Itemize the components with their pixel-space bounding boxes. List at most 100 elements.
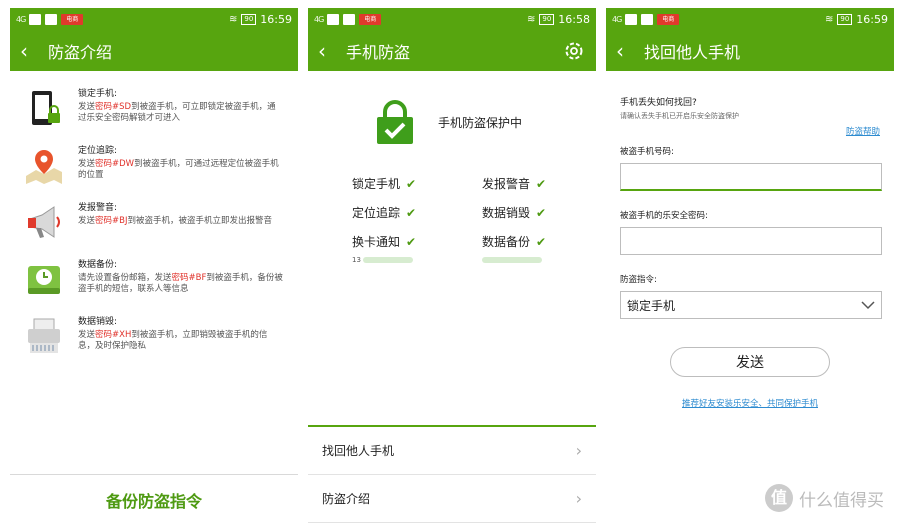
sms-code: 密码#BJ: [95, 215, 128, 226]
screen-anti-theft-intro: 4G 电商 ≋ 90 16:59 ‹ 防盗介绍 锁定手机: 发送密码#SD到被盗…: [10, 8, 298, 524]
password-input[interactable]: [620, 227, 882, 255]
site-watermark: 值 什么值得买: [765, 484, 884, 512]
help-question: 手机丢失如何找回?: [620, 98, 697, 108]
chevron-right-icon: ›: [575, 489, 582, 508]
chevron-down-icon: [861, 301, 875, 310]
app-bar: ‹ 找回他人手机: [606, 30, 894, 71]
intro-heading: 锁定手机:: [78, 89, 118, 99]
intro-item-alarm: 发报警音: 发送密码#BJ到被盗手机，被盗手机立即发出报警音: [24, 203, 284, 245]
clock: 16:59: [856, 12, 888, 26]
intro-text: 发送: [78, 158, 96, 169]
intro-heading: 定位追踪:: [78, 146, 118, 156]
phone-number-input[interactable]: [620, 163, 882, 191]
feature-status: 换卡通知 ✔: [352, 234, 417, 250]
check-icon: ✔: [536, 234, 547, 249]
command-select[interactable]: 锁定手机: [620, 291, 882, 319]
signal-indicator: 4G: [16, 14, 26, 24]
padlock-check-icon: [377, 100, 413, 144]
menu-item-intro[interactable]: 防盗介绍 ›: [308, 475, 596, 523]
status-bar: 4G 电商 ≋ 90 16:59: [606, 8, 894, 30]
check-icon: ✔: [536, 176, 547, 191]
sms-code: 密码#XH: [95, 329, 132, 340]
sms-code: 密码#DW: [95, 158, 135, 169]
menu-item-find-phone[interactable]: 找回他人手机 ›: [308, 427, 596, 475]
wifi-icon: ≋: [228, 13, 238, 25]
intro-heading: 数据销毁:: [78, 317, 118, 327]
feature-status: 发报警音 ✔: [482, 176, 547, 192]
intro-text: 发送: [78, 215, 96, 226]
backup-drive-icon: [28, 266, 60, 294]
page-title: 防盗介绍: [48, 42, 113, 62]
app-bar: ‹ 防盗介绍: [10, 30, 298, 71]
phone-number-label: 被盗手机号码:: [620, 147, 674, 157]
intro-heading: 数据备份:: [78, 260, 118, 270]
battery-indicator: 90: [539, 13, 555, 25]
check-icon: ✔: [406, 205, 417, 220]
intro-text: 请先设置备份邮箱，发送: [78, 272, 172, 283]
shredder-icon: [28, 318, 60, 353]
backup-command-button[interactable]: 备份防盗指令: [10, 474, 298, 524]
chevron-right-icon: ›: [575, 441, 582, 460]
masked-phone-number: 13: [352, 256, 361, 264]
anti-theft-help-link[interactable]: 防盗帮助: [620, 125, 880, 137]
intro-heading: 发报警音:: [78, 203, 118, 213]
back-arrow-icon[interactable]: ‹: [616, 41, 644, 61]
megaphone-icon: [28, 206, 60, 238]
intro-item-wipe: 数据销毁: 发送密码#XH到被盗手机，立即销毁被盗手机的信息，及时保护隐私: [24, 317, 284, 359]
help-subtext: 请确认丢失手机已开启乐安全防盗保护: [620, 112, 739, 120]
notification-icon: [45, 13, 58, 25]
masked-value: [482, 257, 542, 263]
battery-indicator: 90: [837, 13, 853, 25]
intro-item-backup: 数据备份: 请先设置备份邮箱，发送密码#BF到被盗手机，备份被盗手机的短信，联系…: [24, 260, 284, 302]
notification-badge-icon: 电商: [359, 13, 382, 25]
wifi-icon: ≋: [526, 13, 536, 25]
protection-status: 手机防盗保护中: [308, 71, 596, 145]
notification-icon: [29, 13, 42, 25]
back-arrow-icon[interactable]: ‹: [20, 41, 48, 61]
intro-text: 发送: [78, 101, 96, 112]
notification-icon: [327, 13, 340, 25]
send-button[interactable]: 发送: [670, 347, 830, 377]
check-icon: ✔: [406, 176, 417, 191]
command-label: 防盗指令:: [620, 275, 657, 285]
signal-indicator: 4G: [612, 14, 622, 24]
notification-badge-icon: 电商: [61, 13, 84, 25]
clock: 16:58: [558, 12, 590, 26]
intro-item-lock: 锁定手机: 发送密码#SD到被盗手机，可立即锁定被盗手机，通过乐安全密码解锁才可…: [24, 89, 284, 131]
feature-status: 数据销毁 ✔: [482, 205, 547, 221]
feature-status: 锁定手机 ✔: [352, 176, 417, 192]
intro-text: 到被盗手机，被盗手机立即发出报警音: [127, 215, 272, 226]
status-bar: 4G 电商 ≋ 90 16:58: [308, 8, 596, 30]
masked-value: [363, 257, 414, 263]
gear-icon[interactable]: [562, 39, 586, 63]
screen-find-others-phone: 4G 电商 ≋ 90 16:59 ‹ 找回他人手机 手机丢失如何找回? 请确认丢…: [606, 8, 894, 524]
watermark-logo: 值: [765, 484, 793, 512]
recommend-link[interactable]: 推荐好友安装乐安全、共同保护手机: [620, 397, 880, 409]
intro-item-locate: 定位追踪: 发送密码#DW到被盗手机，可通过远程定位被盗手机的位置: [24, 146, 284, 188]
signal-indicator: 4G: [314, 14, 324, 24]
page-title: 找回他人手机: [644, 42, 741, 62]
map-pin-icon: [26, 150, 62, 184]
battery-indicator: 90: [241, 13, 257, 25]
screen-phone-anti-theft: 4G 电商 ≋ 90 16:58 ‹ 手机防盗 手机防盗保护中 锁定手机 ✔ 发报…: [308, 8, 596, 524]
intro-text: 发送: [78, 329, 96, 340]
wifi-icon: ≋: [824, 13, 834, 25]
find-phone-form: 手机丢失如何找回? 请确认丢失手机已开启乐安全防盗保护 防盗帮助 被盗手机号码:…: [606, 71, 894, 409]
back-arrow-icon[interactable]: ‹: [318, 41, 346, 61]
clock: 16:59: [260, 12, 292, 26]
status-bar: 4G 电商 ≋ 90 16:59: [10, 8, 298, 30]
feature-status: 数据备份 ✔: [482, 234, 547, 250]
sms-code: 密码#SD: [95, 101, 132, 112]
notification-icon: [625, 13, 638, 25]
check-icon: ✔: [406, 234, 417, 249]
notification-icon: [641, 13, 654, 25]
notification-badge-icon: 电商: [657, 13, 680, 25]
check-icon: ✔: [536, 205, 547, 220]
watermark-text: 什么值得买: [799, 490, 884, 511]
notification-icon: [343, 13, 356, 25]
action-menu: 找回他人手机 › 防盗介绍 ›: [308, 425, 596, 523]
command-selected-value: 锁定手机: [627, 298, 676, 313]
sms-code: 密码#BF: [171, 272, 207, 283]
password-label: 被盗手机的乐安全密码:: [620, 211, 708, 221]
feature-status: 定位追踪 ✔: [352, 205, 417, 221]
